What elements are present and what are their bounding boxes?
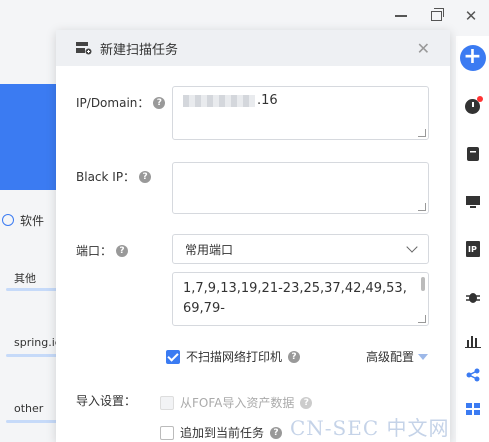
- chevron-down-icon: [406, 241, 418, 253]
- ip-domain-value: .16: [183, 93, 418, 108]
- import-fofa-option: 从FOFA导入资产数据 ?: [160, 394, 313, 411]
- no-printer-option[interactable]: 不扫描网络打印机 ?: [166, 348, 301, 365]
- share-button[interactable]: [456, 362, 489, 388]
- chart-button[interactable]: [456, 328, 489, 354]
- ip-domain-label: IP/Domain： ?: [76, 94, 166, 111]
- storage-icon: [466, 147, 479, 161]
- share-icon: [466, 368, 479, 382]
- port-type-select[interactable]: 常用端口: [172, 234, 429, 264]
- import-fofa-checkbox: [160, 395, 174, 410]
- black-ip-help-icon[interactable]: ?: [139, 170, 152, 183]
- left-section-header: 软件: [0, 205, 60, 235]
- grid-icon: [465, 403, 480, 415]
- no-printer-help-icon[interactable]: ?: [288, 350, 301, 363]
- append-task-checkbox[interactable]: [160, 425, 174, 440]
- dialog-title: 新建扫描任务: [100, 42, 179, 58]
- new-scan-dialog: 新建扫描任务 ✕ IP/Domain： ? .16 Black IP： ? 端口…: [56, 30, 450, 442]
- port-list-scrollbar[interactable]: [421, 277, 425, 291]
- ip-help-icon[interactable]: ?: [153, 96, 166, 109]
- import-settings-label-text: 导入设置：: [76, 394, 137, 408]
- left-item-bar: [6, 288, 58, 291]
- import-settings-label: 导入设置：: [76, 392, 136, 409]
- black-ip-input[interactable]: [172, 162, 429, 214]
- append-task-option[interactable]: 追加到当前任务 ?: [160, 424, 283, 441]
- append-task-label: 追加到当前任务: [180, 426, 265, 440]
- advanced-config-label: 高级配置: [366, 350, 415, 364]
- port-label: 端口： ?: [76, 242, 129, 259]
- left-item-bar: [6, 420, 58, 423]
- port-list-value: 1,7,9,13,19,21-23,25,37,42,49,53,69,79-: [183, 281, 407, 316]
- left-item-other[interactable]: other: [14, 402, 43, 415]
- port-help-icon[interactable]: ?: [116, 244, 129, 257]
- import-fofa-label: 从FOFA导入资产数据: [180, 396, 295, 410]
- maximize-button[interactable]: [425, 6, 447, 26]
- watermark: CN-SEC 中文网: [290, 416, 450, 440]
- svg-text:IP: IP: [468, 245, 477, 254]
- resize-grip-icon[interactable]: [418, 129, 426, 137]
- port-list-input[interactable]: 1,7,9,13,19,21-23,25,37,42,49,53,69,79-: [172, 272, 429, 326]
- no-printer-label: 不扫描网络打印机: [186, 350, 283, 364]
- dialog-header: 新建扫描任务 ✕: [56, 30, 450, 66]
- dialog-close-icon[interactable]: ✕: [417, 39, 430, 58]
- black-ip-label-text: Black IP：: [76, 170, 136, 184]
- left-item-bar: [6, 354, 58, 357]
- left-banner-card: [0, 84, 60, 190]
- right-sidebar: + IP: [456, 36, 489, 442]
- advanced-config-toggle[interactable]: 高级配置: [366, 348, 429, 365]
- add-icon: +: [459, 45, 486, 71]
- history-button[interactable]: [456, 93, 489, 119]
- ip-domain-input[interactable]: .16: [172, 86, 429, 140]
- import-fofa-help-icon: ?: [300, 396, 313, 409]
- ip-domain-label-text: IP/Domain：: [76, 96, 150, 110]
- user-icon: [2, 214, 14, 226]
- bug-icon: [465, 293, 480, 303]
- minimize-button[interactable]: [390, 6, 412, 26]
- ip-button[interactable]: IP: [456, 236, 489, 262]
- history-icon: [465, 95, 483, 114]
- resize-grip-icon[interactable]: [418, 203, 426, 211]
- left-section-label: 软件: [20, 213, 45, 228]
- resize-grip-icon[interactable]: [418, 315, 426, 323]
- close-window-button[interactable]: ✕: [460, 6, 482, 26]
- left-item-spring[interactable]: spring.ic: [14, 336, 61, 349]
- add-button[interactable]: +: [456, 45, 489, 71]
- append-task-help-icon[interactable]: ?: [270, 426, 283, 439]
- scan-task-icon: [76, 42, 92, 55]
- ip-value-suffix: .16: [257, 93, 278, 108]
- bug-button[interactable]: [456, 284, 489, 310]
- grid-button[interactable]: [456, 396, 489, 422]
- storage-button[interactable]: [456, 141, 489, 167]
- ip-icon: IP: [465, 241, 480, 257]
- no-printer-checkbox[interactable]: [166, 349, 180, 364]
- black-ip-label: Black IP： ?: [76, 168, 152, 185]
- triangle-down-icon: [418, 353, 429, 360]
- redacted-ip-mask: [183, 94, 255, 107]
- chart-icon: [464, 336, 481, 348]
- monitor-icon: [465, 196, 480, 208]
- port-label-text: 端口：: [76, 244, 113, 258]
- left-item-other-cn[interactable]: 其他: [14, 270, 36, 286]
- port-type-value: 常用端口: [185, 242, 234, 257]
- monitor-button[interactable]: [456, 189, 489, 215]
